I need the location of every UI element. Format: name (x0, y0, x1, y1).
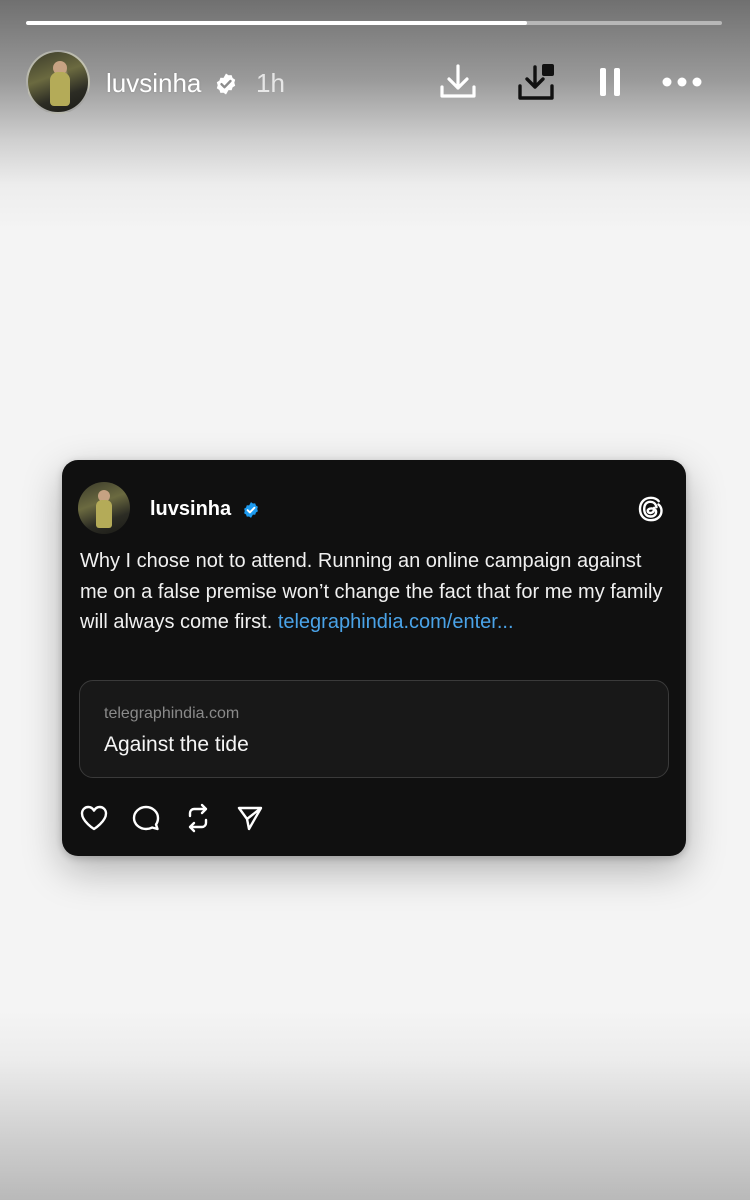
link-preview-card[interactable]: telegraphindia.com Against the tide (79, 680, 669, 778)
more-icon (662, 77, 702, 87)
threads-icon[interactable] (636, 494, 666, 524)
verified-badge-icon (216, 73, 236, 95)
link-preview-title: Against the tide (104, 733, 249, 756)
story-timestamp: 1h (256, 68, 285, 98)
save-to-device-button[interactable] (516, 60, 560, 104)
post-text: Why I chose not to attend. Running an on… (80, 546, 672, 638)
like-button[interactable] (78, 802, 110, 834)
more-options-button[interactable] (660, 60, 704, 104)
download-button[interactable] (436, 60, 480, 104)
repost-icon (188, 803, 208, 833)
pause-icon (600, 68, 620, 96)
story-progress-fill (26, 21, 528, 25)
post-avatar[interactable] (78, 482, 130, 534)
pause-button[interactable] (588, 60, 632, 104)
story-progress-bar (26, 21, 722, 25)
verified-badge-icon (244, 502, 258, 518)
comment-button[interactable] (130, 802, 162, 834)
share-button[interactable] (234, 802, 266, 834)
story-viewer[interactable]: luvsinha 1h luvsinha Why I chose not to … (0, 0, 750, 1200)
avatar[interactable] (26, 50, 90, 114)
post-username[interactable]: luvsinha (150, 498, 231, 521)
heart-icon (80, 805, 108, 831)
repost-button[interactable] (182, 802, 214, 834)
story-username[interactable]: luvsinha (106, 68, 201, 99)
share-icon (237, 806, 263, 831)
save-to-device-icon (518, 64, 554, 100)
download-icon (440, 64, 476, 98)
post-link[interactable]: telegraphindia.com/enter... (278, 611, 514, 633)
threads-post-card[interactable]: luvsinha Why I chose not to attend. Runn… (62, 460, 686, 856)
link-preview-domain: telegraphindia.com (104, 705, 240, 722)
comment-icon (132, 805, 160, 831)
story-header: luvsinha 1h (26, 50, 726, 114)
